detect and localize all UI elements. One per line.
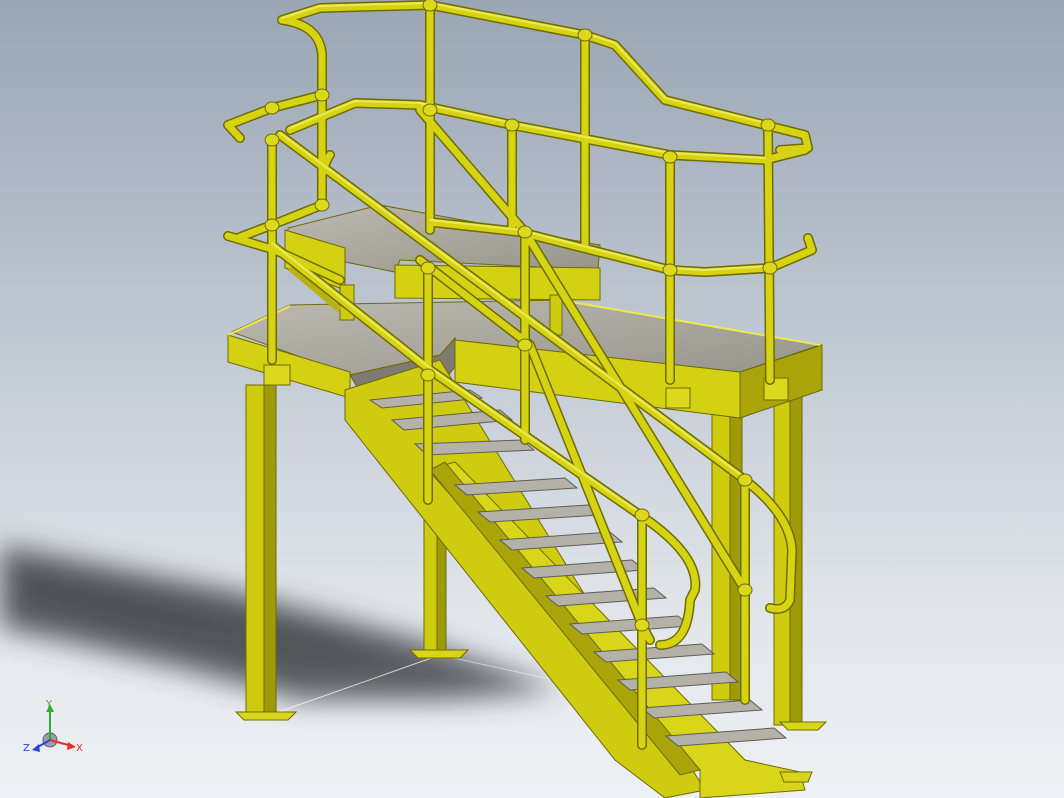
- rail-clamp[interactable]: [422, 0, 438, 12]
- rail-clamp[interactable]: [264, 218, 280, 232]
- rail-clamp[interactable]: [517, 225, 533, 239]
- cad-viewport[interactable]: Y X Z: [0, 0, 1064, 798]
- rail-clamp[interactable]: [264, 133, 280, 147]
- bolt-plate[interactable]: [665, 387, 691, 409]
- rail-clamp[interactable]: [634, 618, 650, 632]
- rail-clamp[interactable]: [504, 118, 520, 132]
- stair-foot-plate[interactable]: [779, 771, 813, 783]
- rail-clamp[interactable]: [760, 118, 776, 132]
- rail-clamp[interactable]: [264, 101, 280, 115]
- triad-z-arrow: [32, 744, 40, 752]
- rail-clamp[interactable]: [420, 261, 436, 275]
- triad-y-label: Y: [45, 700, 53, 710]
- leg-front-left-shade: [263, 384, 277, 716]
- rail-clamp[interactable]: [422, 103, 438, 117]
- upper-post[interactable]: [549, 294, 563, 336]
- coordinate-triad-icon[interactable]: Y X Z: [22, 700, 86, 764]
- base-plate-front-left[interactable]: [234, 711, 298, 721]
- rail-clamp[interactable]: [634, 508, 650, 522]
- rail-clamp[interactable]: [577, 28, 593, 42]
- base-plate-back-right[interactable]: [778, 721, 828, 731]
- rail-clamp[interactable]: [662, 150, 678, 164]
- rail-clamp[interactable]: [517, 338, 533, 352]
- platform-stair-model[interactable]: [0, 0, 1064, 798]
- rail-clamp[interactable]: [762, 261, 778, 275]
- triad-x-label: X: [76, 743, 83, 754]
- base-plate-back-left[interactable]: [408, 649, 470, 659]
- rail-clamp[interactable]: [662, 263, 678, 277]
- triad-x-arrow: [67, 742, 76, 750]
- bolt-plate[interactable]: [263, 364, 291, 386]
- rail-clamp[interactable]: [314, 198, 330, 212]
- triad-z-label: Z: [23, 743, 30, 754]
- rail-clamp[interactable]: [737, 473, 753, 487]
- rail-clamp[interactable]: [420, 368, 436, 382]
- rail-clamp[interactable]: [737, 583, 753, 597]
- rail-clamp[interactable]: [314, 88, 330, 102]
